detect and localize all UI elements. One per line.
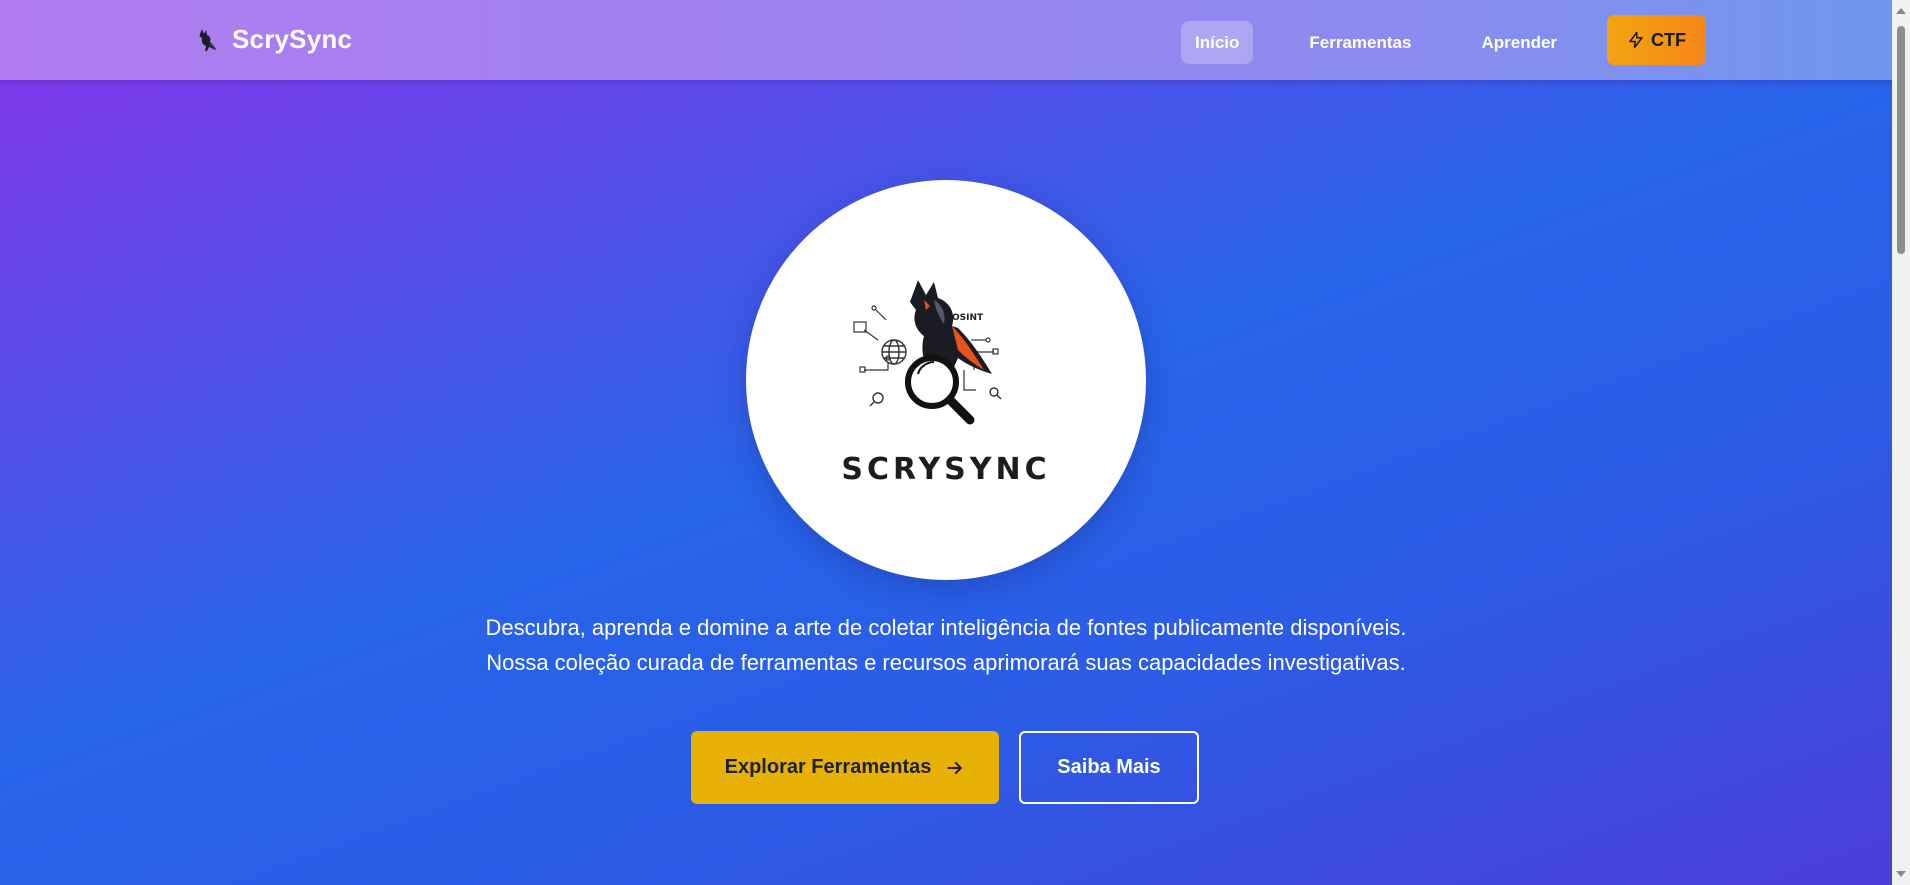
arrow-right-icon: [947, 761, 963, 774]
ctf-button[interactable]: CTF: [1607, 15, 1706, 65]
nav-item-ferramentas[interactable]: Ferramentas: [1295, 21, 1425, 64]
hero-description: Descubra, aprenda e domine a arte de col…: [0, 610, 1892, 680]
lightning-bolt-icon: [1629, 31, 1643, 49]
hero-logo: OSINT SCRYSYNC: [746, 180, 1146, 580]
learn-more-label: Saiba Mais: [1057, 756, 1161, 778]
nav-item-inicio[interactable]: Início: [1181, 21, 1254, 64]
nav-item-aprender[interactable]: Aprender: [1467, 21, 1571, 64]
scroll-thumb[interactable]: [1897, 26, 1905, 254]
main-nav: Início Ferramentas Aprender: [1181, 21, 1613, 64]
learn-more-button[interactable]: Saiba Mais: [1019, 731, 1199, 804]
vertical-scrollbar[interactable]: [1892, 0, 1910, 885]
brand-name: ScrySync: [232, 24, 353, 54]
page: ScrySync Início Ferramentas Aprender CTF: [0, 0, 1910, 885]
fox-icon: [196, 27, 218, 53]
scroll-up-arrow-icon[interactable]: [1896, 8, 1906, 14]
ctf-button-label: CTF: [1651, 29, 1686, 50]
description-line-2: Nossa coleção curada de ferramentas e re…: [486, 650, 1406, 675]
scroll-down-arrow-icon[interactable]: [1896, 871, 1906, 877]
brand[interactable]: ScrySync: [196, 24, 352, 55]
description-line-1: Descubra, aprenda e domine a arte de col…: [485, 615, 1407, 640]
svg-text:OSINT: OSINT: [952, 313, 984, 323]
explore-tools-button[interactable]: Explorar Ferramentas: [691, 731, 999, 804]
explore-tools-label: Explorar Ferramentas: [724, 756, 932, 778]
top-navbar: ScrySync Início Ferramentas Aprender CTF: [0, 0, 1892, 80]
logo-wordmark: SCRYSYNC: [841, 452, 1051, 487]
fox-magnifier-logo-icon: OSINT: [853, 280, 1002, 425]
